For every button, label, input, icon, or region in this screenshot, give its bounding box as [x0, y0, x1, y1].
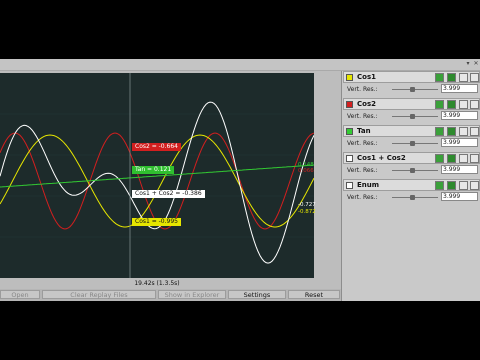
- color-swatch[interactable]: [346, 128, 353, 135]
- show-in-explorer-button[interactable]: Show in Explorer: [158, 290, 226, 299]
- reset-button[interactable]: Reset: [288, 290, 340, 299]
- slider-knob[interactable]: [410, 195, 416, 200]
- color-swatch[interactable]: [346, 155, 353, 162]
- signal-plot[interactable]: Cos2 = -0.664 Tan = 0.121 Cos1 + Cos2 = …: [0, 73, 316, 278]
- right-value-cos1: -0.872: [298, 209, 316, 215]
- vert-res-input[interactable]: 3.999: [441, 84, 478, 93]
- minimize-icon[interactable]: ▾: [464, 60, 472, 68]
- vert-res-label: Vert. Res.:: [347, 194, 378, 201]
- channel-header[interactable]: Tan: [343, 125, 480, 137]
- vert-res-row: Vert. Res.: 3.999: [343, 84, 480, 95]
- channel-name: Tan: [357, 127, 371, 135]
- fit-icon[interactable]: [447, 73, 456, 82]
- slider-knob[interactable]: [410, 87, 416, 92]
- vert-res-input[interactable]: 3.999: [441, 138, 478, 147]
- fit-icon[interactable]: [447, 181, 456, 190]
- vert-res-slider[interactable]: [392, 195, 438, 200]
- slider-knob[interactable]: [410, 141, 416, 146]
- channel-header[interactable]: Enum: [343, 179, 480, 191]
- vert-res-row: Vert. Res.: 3.999: [343, 138, 480, 149]
- channel-header[interactable]: Cos1: [343, 71, 480, 83]
- eye-icon[interactable]: [435, 127, 444, 136]
- vert-res-input[interactable]: 3.999: [441, 192, 478, 201]
- save-icon[interactable]: [459, 100, 468, 109]
- series-sum-line: [0, 101, 314, 264]
- slider-knob[interactable]: [410, 114, 416, 119]
- slider-knob[interactable]: [410, 168, 416, 173]
- save-icon[interactable]: [459, 127, 468, 136]
- menu-icon[interactable]: [470, 154, 479, 163]
- menu-icon[interactable]: [470, 100, 479, 109]
- channel-name: Cos2: [357, 100, 376, 108]
- color-swatch[interactable]: [346, 74, 353, 81]
- eye-icon[interactable]: [435, 100, 444, 109]
- save-icon[interactable]: [459, 73, 468, 82]
- cursor-label-cos2: Cos2 = -0.664: [132, 143, 181, 151]
- eye-icon[interactable]: [435, 73, 444, 82]
- right-value-tan-bottom: 0.066: [298, 168, 314, 174]
- fit-icon[interactable]: [447, 154, 456, 163]
- clear-replay-files-button[interactable]: Clear Replay Files: [42, 290, 156, 299]
- color-swatch[interactable]: [346, 182, 353, 189]
- cursor-label-cos1: Cos1 = -0.995: [132, 218, 181, 226]
- eye-icon[interactable]: [435, 154, 444, 163]
- vert-res-row: Vert. Res.: 3.999: [343, 192, 480, 203]
- channel-header[interactable]: Cos2: [343, 98, 480, 110]
- channel-header[interactable]: Cos1 + Cos2: [343, 152, 480, 164]
- vert-res-slider[interactable]: [392, 141, 438, 146]
- save-icon[interactable]: [459, 154, 468, 163]
- color-swatch[interactable]: [346, 101, 353, 108]
- menu-icon[interactable]: [470, 73, 479, 82]
- menu-icon[interactable]: [470, 127, 479, 136]
- settings-button[interactable]: Settings: [228, 290, 286, 299]
- app-window: ▾ ✕ Cos2 = -0.664 Tan = 0.121 Cos1 + Cos…: [0, 59, 480, 301]
- button-bar: Open Clear Replay Files Show in Explorer…: [0, 289, 341, 301]
- open-button[interactable]: Open: [0, 290, 40, 299]
- channel-name: Cos1 + Cos2: [357, 154, 406, 162]
- save-icon[interactable]: [459, 181, 468, 190]
- vert-res-slider[interactable]: [392, 114, 438, 119]
- close-icon[interactable]: ✕: [472, 60, 480, 68]
- vert-res-slider[interactable]: [392, 87, 438, 92]
- vert-res-input[interactable]: 3.999: [441, 165, 478, 174]
- top-bar: ▾ ✕: [0, 59, 480, 71]
- time-readout: 19.42s (1.3.5s): [0, 278, 314, 289]
- cursor-label-sum: Cos1 + Cos2 = -0.386: [132, 190, 205, 198]
- channel-panel: Cos1 Vert. Res.: 3.999 Cos2 Vert. Res.: …: [341, 71, 480, 301]
- plot-canvas: [0, 73, 314, 278]
- menu-icon[interactable]: [470, 181, 479, 190]
- vert-res-slider[interactable]: [392, 168, 438, 173]
- channel-name: Enum: [357, 181, 380, 189]
- vert-res-label: Vert. Res.:: [347, 113, 378, 120]
- vert-res-input[interactable]: 3.999: [441, 111, 478, 120]
- right-value-sum: -0.727: [298, 202, 316, 208]
- fit-icon[interactable]: [447, 127, 456, 136]
- vert-res-label: Vert. Res.:: [347, 167, 378, 174]
- vert-res-label: Vert. Res.:: [347, 86, 378, 93]
- channel-name: Cos1: [357, 73, 376, 81]
- cursor-label-tan: Tan = 0.121: [132, 166, 175, 174]
- fit-icon[interactable]: [447, 100, 456, 109]
- eye-icon[interactable]: [435, 181, 444, 190]
- vert-res-row: Vert. Res.: 3.999: [343, 111, 480, 122]
- vert-res-row: Vert. Res.: 3.999: [343, 165, 480, 176]
- vert-res-label: Vert. Res.:: [347, 140, 378, 147]
